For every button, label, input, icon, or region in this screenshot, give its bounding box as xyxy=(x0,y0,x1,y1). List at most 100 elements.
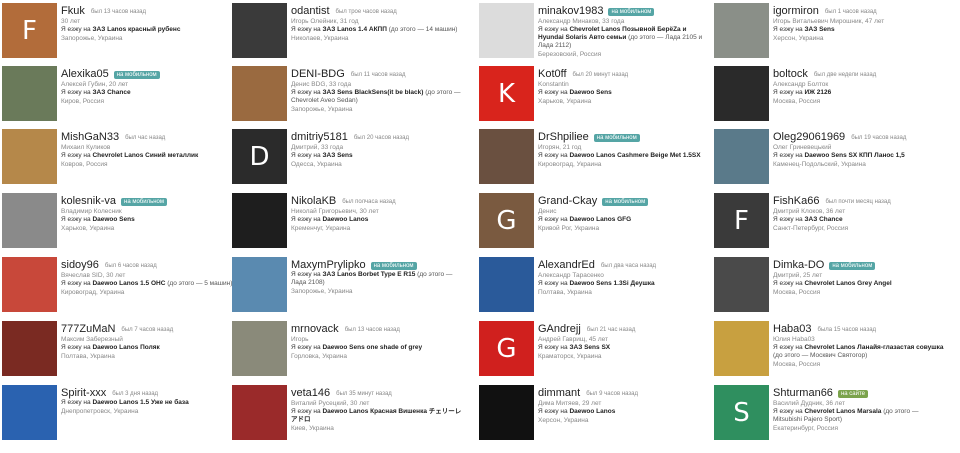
avatar[interactable]: S xyxy=(714,385,769,440)
car-prefix: Я езжу на xyxy=(61,344,91,351)
car-link[interactable]: Daewoo Lanos Поляк xyxy=(92,344,159,351)
user-location: Киев, Украина xyxy=(291,425,334,432)
avatar[interactable] xyxy=(2,257,57,312)
avatar[interactable] xyxy=(2,193,57,248)
car-line: Я езжу на ЗАЗ Lanos 1.4 АКПП (до этого —… xyxy=(291,26,464,34)
username-link[interactable]: Grand-Ckay xyxy=(538,195,597,207)
avatar[interactable] xyxy=(2,321,57,376)
car-prefix: Я езжу на xyxy=(773,216,803,223)
car-link[interactable]: ЗАЗ Sens xyxy=(804,26,834,33)
avatar[interactable] xyxy=(714,3,769,58)
avatar[interactable] xyxy=(232,385,287,440)
avatar[interactable] xyxy=(714,321,769,376)
username-link[interactable]: NikolaKB xyxy=(291,195,336,207)
username-link[interactable]: 777ZuMaN xyxy=(61,323,115,335)
avatar[interactable]: D xyxy=(232,129,287,184)
user-card: DENI-BDG был 11 часов назад Денис BDG, 33 … xyxy=(232,66,464,126)
username-link[interactable]: FishKa66 xyxy=(773,195,819,207)
car-link[interactable]: Daewoo Sens xyxy=(92,216,134,223)
car-link[interactable]: ЗАЗ Lanos Borbet Type E R15 xyxy=(322,271,415,278)
username-link[interactable]: Spirit-xxx xyxy=(61,387,106,399)
username-link[interactable]: Kot0ff xyxy=(538,68,567,80)
car-link[interactable]: Daewoo Lanos xyxy=(569,408,615,415)
username-link[interactable]: Dimka-DO xyxy=(773,259,824,271)
username-link[interactable]: igormiron xyxy=(773,5,819,17)
avatar[interactable]: G xyxy=(479,193,534,248)
car-link[interactable]: Daewoo Lanos 1.5 OHC xyxy=(92,280,165,287)
avatar[interactable] xyxy=(479,3,534,58)
car-link[interactable]: Daewoo Sens one shade of grey xyxy=(322,344,422,351)
username-link[interactable]: dimmant xyxy=(538,387,580,399)
username-link[interactable]: Alexika05 xyxy=(61,68,109,80)
avatar[interactable] xyxy=(2,66,57,121)
car-link[interactable]: ЗАЗ Lanos 1.4 АКПП xyxy=(322,26,386,33)
username-link[interactable]: AlexandrEd xyxy=(538,259,595,271)
avatar[interactable]: K xyxy=(479,66,534,121)
username-link[interactable]: Shturman66 xyxy=(773,387,833,399)
car-link[interactable]: Chevrolet Lanos Marsala xyxy=(804,408,881,415)
car-link[interactable]: Daewoo Sens 1.3Si Деушка xyxy=(569,280,654,287)
car-link[interactable]: Chevrolet Lanos Grey Angel xyxy=(804,280,891,287)
username-link[interactable]: odantist xyxy=(291,5,330,17)
car-line: Я езжу на Daewoo Lanos xyxy=(291,216,464,224)
avatar[interactable] xyxy=(232,3,287,58)
username-link[interactable]: GAndrejj xyxy=(538,323,581,335)
car-link[interactable]: Daewoo Lanos xyxy=(322,216,368,223)
car-link[interactable]: Daewoo Lanos 1.5 Уже не база xyxy=(92,399,188,406)
avatar[interactable]: F xyxy=(714,193,769,248)
username-link[interactable]: veta146 xyxy=(291,387,330,399)
car-link[interactable]: ЗАЗ Sens BlackSens(it be black) xyxy=(322,89,423,96)
car-link[interactable]: ЗАЗ Sens SX xyxy=(569,344,610,351)
car-link[interactable]: ЗАЗ Sens xyxy=(322,152,352,159)
avatar[interactable] xyxy=(2,129,57,184)
username-link[interactable]: MishGaN33 xyxy=(61,131,119,143)
username-link[interactable]: Fkuk xyxy=(61,5,85,17)
username-link[interactable]: dmitriy5181 xyxy=(291,131,348,143)
username-link[interactable]: sidoy96 xyxy=(61,259,99,271)
car-line: Я езжу на Daewoo Sens xyxy=(538,89,711,97)
avatar[interactable] xyxy=(479,257,534,312)
username-link[interactable]: DENI-BDG xyxy=(291,68,345,80)
user-info: Grand-Ckay на мобильном Денис Я езжу на Dae… xyxy=(538,193,711,233)
avatar[interactable] xyxy=(232,257,287,312)
car-link[interactable]: Daewoo Lanos GFG xyxy=(569,216,631,223)
avatar[interactable] xyxy=(232,193,287,248)
previous-cars[interactable]: (до этого — Москвич Святогор) xyxy=(773,352,867,359)
user-info: dmitriy5181 был 20 часов назад Дмитрий, 33… xyxy=(291,129,464,169)
car-link[interactable]: Daewoo Lanos Cashmere Beige Met 1.5SX xyxy=(569,152,700,159)
user-location: Киров, Россия xyxy=(61,98,105,105)
username-link[interactable]: Haba03 xyxy=(773,323,812,335)
car-link[interactable]: ИЖ 2126 xyxy=(804,89,831,96)
username-link[interactable]: boltock xyxy=(773,68,808,80)
avatar[interactable]: G xyxy=(479,321,534,376)
car-link[interactable]: Chevrolet Lanos Синий металлик xyxy=(92,152,198,159)
car-prefix: Я езжу на xyxy=(773,89,803,96)
car-prefix: Я езжу на xyxy=(61,152,91,159)
previous-cars[interactable]: (до этого — 14 машин) xyxy=(389,26,458,33)
avatar[interactable] xyxy=(714,129,769,184)
user-card: MaxymPrylipko на мобильном Я езжу на ЗАЗ L… xyxy=(232,257,464,317)
username-link[interactable]: MaxymPrylipko xyxy=(291,259,366,271)
car-link[interactable]: ЗАЗ Chance xyxy=(92,89,130,96)
username-link[interactable]: kolesnik-va xyxy=(61,195,116,207)
car-link[interactable]: Daewoo Sens xyxy=(569,89,611,96)
avatar[interactable] xyxy=(2,385,57,440)
username-link[interactable]: Oleg29061969 xyxy=(773,131,845,143)
previous-cars[interactable]: (до этого — 5 машин) xyxy=(167,280,232,287)
avatar[interactable] xyxy=(232,321,287,376)
car-link[interactable]: Chevrolet Lanos Ланайя-глазастая совушка xyxy=(804,344,943,351)
avatar[interactable] xyxy=(714,66,769,121)
car-link[interactable]: ЗАЗ Chance xyxy=(804,216,842,223)
avatar[interactable]: F xyxy=(2,3,57,58)
car-prefix: Я езжу на xyxy=(291,26,321,33)
avatar[interactable] xyxy=(479,129,534,184)
avatar[interactable] xyxy=(232,66,287,121)
username-link[interactable]: mrnovack xyxy=(291,323,339,335)
car-link[interactable]: Daewoo Sens SX КПП Ланос 1,5 xyxy=(804,152,904,159)
avatar[interactable] xyxy=(714,257,769,312)
car-link[interactable]: ЗАЗ Lanos красный рубенс xyxy=(92,26,180,33)
username-link[interactable]: DrShpiliee xyxy=(538,131,589,143)
user-card: G Grand-Ckay на мобильном Денис Я езжу на Da… xyxy=(479,193,711,253)
username-link[interactable]: minakov1983 xyxy=(538,5,603,17)
avatar[interactable] xyxy=(479,385,534,440)
